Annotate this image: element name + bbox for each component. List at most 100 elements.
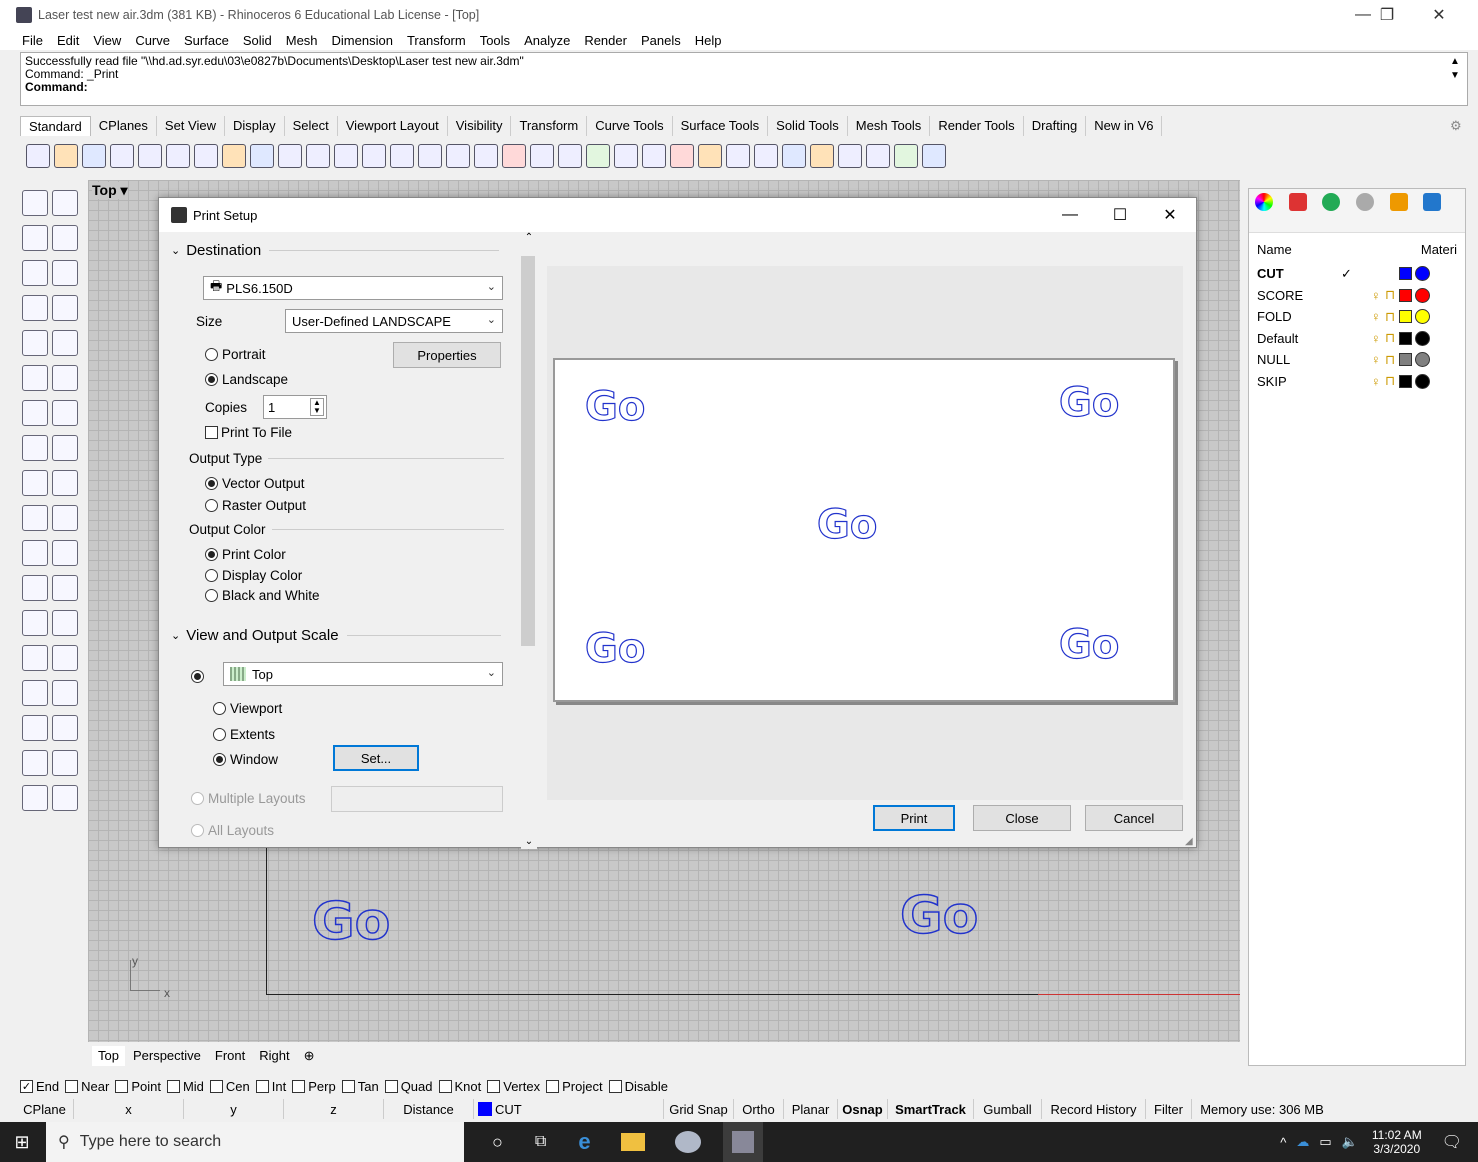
multiple-layouts-radio[interactable]: Multiple Layouts xyxy=(191,791,306,806)
tab-mesh-tools[interactable]: Mesh Tools xyxy=(848,116,931,136)
close-window-button[interactable]: ✕ xyxy=(1416,0,1462,30)
menu-help[interactable]: Help xyxy=(695,33,722,48)
menu-dimension[interactable]: Dimension xyxy=(332,33,393,48)
block-icon[interactable] xyxy=(22,645,48,671)
menu-solid[interactable]: Solid xyxy=(243,33,272,48)
task-view-icon[interactable]: ⧉ xyxy=(535,1133,546,1151)
fillet-icon[interactable] xyxy=(52,330,78,356)
menu-curve[interactable]: Curve xyxy=(135,33,170,48)
resize-grip-icon[interactable]: ◢ xyxy=(1185,836,1193,847)
layer-color-swatch[interactable] xyxy=(1399,353,1412,367)
command-scroll-down-icon[interactable]: ▼ xyxy=(1450,70,1460,81)
extrude-icon[interactable] xyxy=(22,435,48,461)
surface-icon[interactable] xyxy=(22,365,48,391)
sun-icon[interactable] xyxy=(52,680,78,706)
layer-row[interactable]: Default ♀ ⊓ xyxy=(1257,328,1457,350)
polyline-icon[interactable] xyxy=(22,225,48,251)
menu-edit[interactable]: Edit xyxy=(57,33,79,48)
help-icon[interactable] xyxy=(922,144,946,168)
paint-app-icon[interactable] xyxy=(674,1131,701,1153)
copy-icon[interactable] xyxy=(194,144,218,168)
osnap-point[interactable]: Point xyxy=(115,1079,161,1094)
lock-icon[interactable] xyxy=(642,144,666,168)
layer-row[interactable]: SKIP ♀ ⊓ xyxy=(1257,371,1457,393)
object-properties-icon[interactable] xyxy=(530,144,554,168)
display-color-radio[interactable]: Display Color xyxy=(205,568,302,583)
new-file-icon[interactable] xyxy=(26,144,50,168)
tab-curve-tools[interactable]: Curve Tools xyxy=(587,116,673,136)
go-text-object[interactable]: Go xyxy=(311,891,391,953)
align-icon[interactable] xyxy=(52,505,78,531)
tab-select[interactable]: Select xyxy=(285,116,338,136)
gear-icon[interactable] xyxy=(838,144,862,168)
layer-material-icon[interactable] xyxy=(1415,266,1430,282)
ortho-toggle[interactable]: Ortho xyxy=(734,1099,784,1119)
osnap-near[interactable]: Near xyxy=(65,1079,109,1094)
layers-icon[interactable] xyxy=(1288,193,1307,211)
menu-view[interactable]: View xyxy=(93,33,121,48)
layer-material-icon[interactable] xyxy=(1415,330,1430,346)
cortana-icon[interactable]: ○ xyxy=(492,1132,503,1153)
paste-icon[interactable] xyxy=(222,144,246,168)
display-icon[interactable] xyxy=(1423,193,1442,211)
pan-hand-icon[interactable] xyxy=(278,144,302,168)
layer-name-header[interactable]: Name xyxy=(1257,242,1292,257)
light-bulb-icon[interactable]: ♀ xyxy=(1371,309,1385,324)
light-bulb-icon[interactable]: ♀ xyxy=(1371,288,1385,303)
tab-transform[interactable]: Transform xyxy=(511,116,588,136)
viewport-tab-perspective[interactable]: Perspective xyxy=(126,1046,207,1066)
viewport-tab-right[interactable]: Right xyxy=(253,1046,296,1066)
osnap-project[interactable]: Project xyxy=(546,1079,603,1094)
record-history-toggle[interactable]: Record History xyxy=(1042,1099,1146,1119)
dimension-icon[interactable] xyxy=(52,610,78,636)
layer-row[interactable]: FOLD ♀ ⊓ xyxy=(1257,306,1457,328)
rhino-taskbar-icon[interactable] xyxy=(722,1122,763,1162)
folder-icon[interactable] xyxy=(1389,193,1408,211)
render-sphere-icon[interactable] xyxy=(782,144,806,168)
layer-color-swatch[interactable] xyxy=(1399,310,1412,324)
lock-icon[interactable]: ⊓ xyxy=(1385,352,1399,368)
gumball-toggle[interactable]: Gumball xyxy=(974,1099,1042,1119)
select-arrow-icon[interactable] xyxy=(22,190,48,216)
taskbar-search-box[interactable]: ⚲ Type here to search xyxy=(46,1122,464,1162)
properties-button[interactable]: Properties xyxy=(393,342,501,368)
hatch-icon[interactable] xyxy=(52,645,78,671)
grid-snap-toggle[interactable]: Grid Snap xyxy=(664,1099,734,1119)
curve-icon[interactable] xyxy=(52,225,78,251)
window-radio[interactable]: Window xyxy=(213,752,278,767)
layer-row[interactable]: CUT ✓ xyxy=(1257,263,1457,285)
extents-radio[interactable]: Extents xyxy=(213,727,275,742)
view-radio[interactable] xyxy=(191,670,208,683)
light-bulb-icon[interactable] xyxy=(614,144,638,168)
rotate-view-icon[interactable] xyxy=(306,144,330,168)
history-icon[interactable] xyxy=(52,715,78,741)
rectangle-icon[interactable] xyxy=(52,295,78,321)
set-window-button[interactable]: Set... xyxy=(333,745,419,771)
osnap-quad[interactable]: Quad xyxy=(384,1079,433,1094)
layer-material-icon[interactable] xyxy=(1415,352,1430,368)
viewport-tab-top[interactable]: Top xyxy=(92,1046,125,1066)
notifications-icon[interactable]: 🗨 xyxy=(1442,1132,1462,1152)
lock-icon[interactable]: ⊓ xyxy=(1385,330,1399,346)
points-icon[interactable] xyxy=(52,540,78,566)
osnap-perp[interactable]: Perp xyxy=(292,1079,336,1094)
cplane-icon[interactable] xyxy=(586,144,610,168)
array-icon[interactable] xyxy=(22,715,48,741)
paper-size-select[interactable]: User-Defined LANDSCAPE ⌄ xyxy=(285,309,503,333)
polygon-icon[interactable] xyxy=(22,295,48,321)
osnap-knot[interactable]: Knot xyxy=(438,1079,481,1094)
box-icon[interactable] xyxy=(22,400,48,426)
printer-select[interactable]: 🖶 PLS6.150D ⌄ xyxy=(203,276,503,300)
explode-icon[interactable] xyxy=(22,470,48,496)
four-viewports-icon[interactable] xyxy=(474,144,498,168)
add-viewport-icon[interactable]: ⊕ xyxy=(297,1046,321,1066)
layer-material-header[interactable]: Materi xyxy=(1421,242,1457,257)
dialog-maximize-button[interactable]: ☐ xyxy=(1097,200,1143,230)
current-layer-status[interactable]: CUT xyxy=(474,1099,664,1119)
copies-stepper[interactable]: 1 ▲ ▼ xyxy=(263,395,327,419)
lock-icon[interactable]: ⊓ xyxy=(1385,287,1399,303)
layout-icon[interactable] xyxy=(22,785,48,811)
tab-solid-tools[interactable]: Solid Tools xyxy=(768,116,848,136)
shade-icon[interactable] xyxy=(726,144,750,168)
osnap-cen[interactable]: Cen xyxy=(209,1079,250,1094)
